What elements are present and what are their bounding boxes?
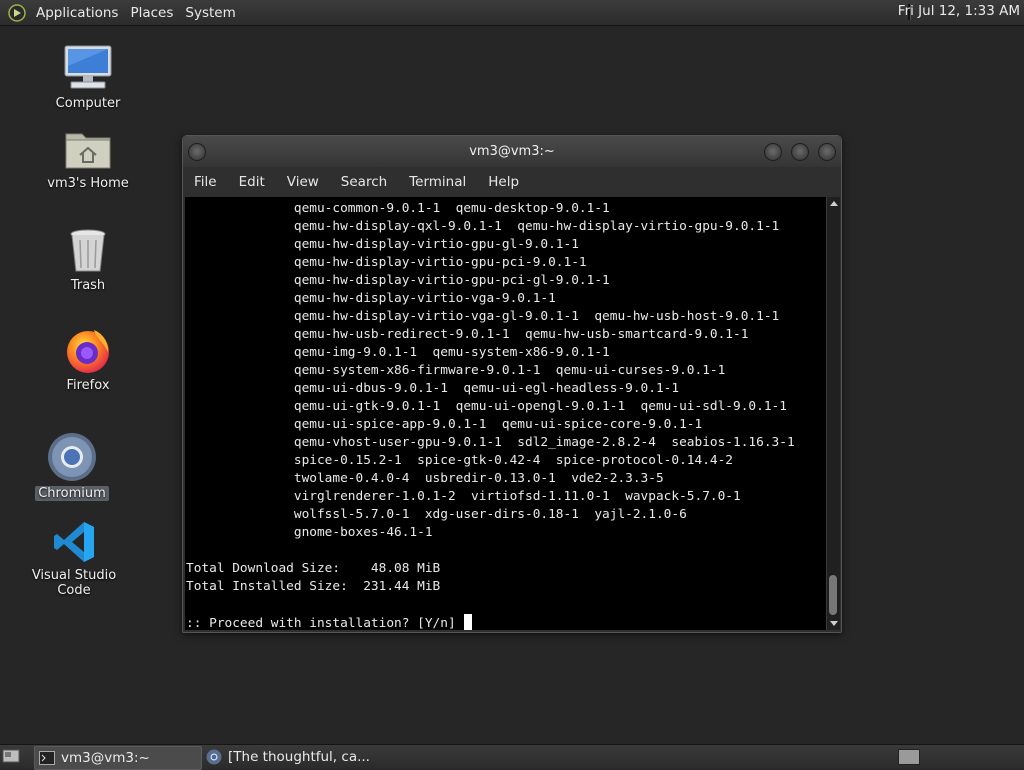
- menu-view[interactable]: View: [276, 174, 330, 190]
- scroll-up-arrow-icon[interactable]: [830, 201, 838, 206]
- desktop-icon-home[interactable]: vm3's Home: [28, 128, 148, 191]
- desktop-icon-firefox[interactable]: Firefox: [28, 326, 148, 393]
- window-menu-button[interactable]: [188, 143, 206, 161]
- desktop-icon-label: Firefox: [66, 378, 110, 393]
- firefox-icon: [67, 330, 109, 373]
- terminal-prompt: :: Proceed with installation? [Y/n]: [186, 616, 464, 630]
- desktop-icon-label: Computer: [55, 96, 121, 111]
- terminal-line: virglrenderer-1.0.1-2 virtiofsd-1.11.0-1…: [186, 489, 741, 504]
- desktop-icon-trash[interactable]: Trash: [28, 228, 148, 293]
- workspace-switcher[interactable]: [898, 749, 920, 765]
- scrollbar-thumb[interactable]: [829, 575, 837, 615]
- desktop-icon-vscode[interactable]: Visual Studio Code: [14, 520, 134, 598]
- terminal-line: qemu-hw-display-qxl-9.0.1-1 qemu-hw-disp…: [186, 219, 780, 234]
- window-titlebar[interactable]: vm3@vm3:~: [183, 136, 841, 167]
- terminal-line: qemu-hw-display-virtio-vga-gl-9.0.1-1 qe…: [186, 309, 780, 324]
- terminal-line: qemu-system-x86-firmware-9.0.1-1 qemu-ui…: [186, 363, 726, 378]
- terminal-icon: [39, 751, 55, 765]
- menu-help[interactable]: Help: [477, 174, 530, 190]
- terminal-line: qemu-ui-spice-app-9.0.1-1 qemu-ui-spice-…: [186, 417, 703, 432]
- places-menu[interactable]: Places: [124, 5, 179, 21]
- terminal-line: wolfssl-5.7.0-1 xdg-user-dirs-0.18-1 yaj…: [186, 507, 687, 522]
- terminal-line: spice-0.15.2-1 spice-gtk-0.42-4 spice-pr…: [186, 453, 734, 468]
- terminal-line: gnome-boxes-46.1-1: [186, 525, 433, 540]
- computer-icon: [64, 45, 112, 89]
- terminal-window[interactable]: vm3@vm3:~ File Edit View Search Terminal…: [182, 135, 842, 633]
- chromium-icon: [48, 433, 96, 481]
- clock[interactable]: Fri Jul 12, 1:33 AM: [898, 3, 1020, 19]
- terminal-line: qemu-ui-dbus-9.0.1-1 qemu-ui-egl-headles…: [186, 381, 680, 396]
- desktop-icon-label: Visual Studio Code: [31, 568, 117, 598]
- close-button[interactable]: [818, 143, 836, 161]
- distro-logo-icon[interactable]: [8, 3, 26, 22]
- terminal-text: qemu-common-9.0.1-1 qemu-desktop-9.0.1-1…: [185, 197, 826, 630]
- menu-terminal[interactable]: Terminal: [398, 174, 477, 190]
- terminal-line: qemu-common-9.0.1-1 qemu-desktop-9.0.1-1: [186, 201, 610, 216]
- menu-edit[interactable]: Edit: [228, 174, 276, 190]
- menu-file[interactable]: File: [183, 174, 228, 190]
- terminal-line: qemu-hw-display-virtio-vga-9.0.1-1: [186, 291, 556, 306]
- taskbar-item-browser[interactable]: [The thoughtful, ca...: [202, 746, 382, 768]
- terminal-menubar: File Edit View Search Terminal Help: [183, 167, 841, 196]
- terminal-line: twolame-0.4.0-4 usbredir-0.13.0-1 vde2-2…: [186, 471, 664, 486]
- terminal-line: qemu-hw-usb-redirect-9.0.1-1 qemu-hw-usb…: [186, 327, 749, 342]
- applications-menu[interactable]: Applications: [30, 5, 124, 21]
- terminal-line: qemu-hw-display-virtio-gpu-pci-9.0.1-1: [186, 255, 587, 270]
- terminal-line: Total Installed Size: 231.44 MiB: [186, 579, 441, 594]
- desktop-icon-label: Chromium: [35, 486, 109, 501]
- trash-icon: [70, 229, 106, 272]
- system-menu[interactable]: System: [179, 5, 241, 21]
- minimize-button[interactable]: [764, 143, 782, 161]
- vscode-icon: [54, 522, 94, 562]
- desktop-icon-label: Trash: [70, 278, 106, 293]
- window-title: vm3@vm3:~: [469, 144, 555, 159]
- terminal-line: qemu-vhost-user-gpu-9.0.1-1 sdl2_image-2…: [186, 435, 795, 450]
- taskbar-item-terminal[interactable]: vm3@vm3:~: [34, 746, 202, 770]
- bottom-panel: vm3@vm3:~ [The thoughtful, ca...: [0, 744, 1024, 770]
- terminal-line: Total Download Size: 48.08 MiB: [186, 561, 441, 576]
- home-folder-icon: [65, 133, 111, 169]
- desktop-icon-label: vm3's Home: [47, 176, 129, 191]
- menu-search[interactable]: Search: [330, 174, 398, 190]
- terminal-line: qemu-hw-display-virtio-gpu-gl-9.0.1-1: [186, 237, 579, 252]
- desktop-icon-computer[interactable]: Computer: [28, 44, 148, 111]
- terminal-line: qemu-ui-gtk-9.0.1-1 qemu-ui-opengl-9.0.1…: [186, 399, 787, 414]
- maximize-button[interactable]: [791, 143, 809, 161]
- terminal-output[interactable]: qemu-common-9.0.1-1 qemu-desktop-9.0.1-1…: [185, 197, 826, 630]
- show-desktop-icon[interactable]: [2, 748, 20, 764]
- terminal-line: qemu-hw-display-virtio-gpu-pci-gl-9.0.1-…: [186, 273, 610, 288]
- taskbar-item-label: [The thoughtful, ca...: [228, 749, 370, 765]
- terminal-line: qemu-img-9.0.1-1 qemu-system-x86-9.0.1-1: [186, 345, 610, 360]
- scroll-down-arrow-icon[interactable]: [830, 621, 838, 626]
- taskbar-item-label: vm3@vm3:~: [61, 750, 150, 766]
- terminal-cursor: [464, 614, 473, 630]
- top-panel: Applications Places System Fri Jul 12, 1…: [0, 0, 1024, 26]
- desktop-icon-chromium[interactable]: Chromium: [12, 432, 132, 501]
- browser-icon: [206, 749, 222, 765]
- terminal-scrollbar[interactable]: [826, 197, 840, 630]
